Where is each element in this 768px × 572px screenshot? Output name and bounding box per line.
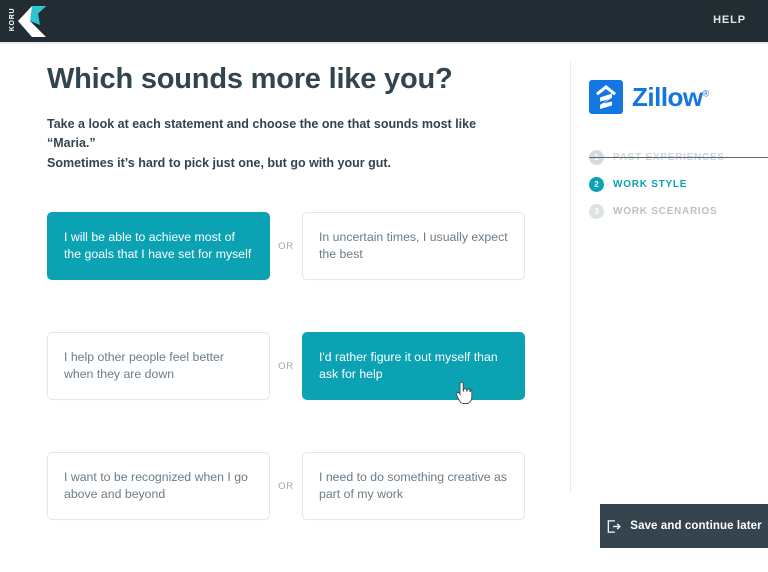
option-card-left[interactable]: I will be able to achieve most of the go… (47, 212, 270, 280)
step-item-work-scenarios[interactable]: 3 WORK SCENARIOS (589, 200, 754, 222)
koru-logo[interactable]: KORU (10, 5, 56, 38)
zillow-z-house-icon (589, 80, 623, 114)
option-card-left[interactable]: I help other people feel better when the… (47, 332, 270, 400)
step-item-past-experiences[interactable]: 1 PAST EXPERIENCES (589, 146, 754, 168)
sidebar-divider (570, 62, 571, 492)
page-subtitle-line2: Sometimes it’s hard to pick just one, bu… (47, 156, 391, 170)
page-title: Which sounds more like you? (47, 62, 537, 97)
zillow-brand: Zillow® (589, 78, 754, 116)
question-row: I want to be recognized when I go above … (47, 452, 525, 520)
or-separator: OR (270, 361, 302, 372)
help-link[interactable]: HELP (713, 14, 746, 26)
or-separator: OR (270, 481, 302, 492)
save-and-continue-later-button[interactable]: Save and continue later (600, 504, 768, 548)
step-number: 2 (589, 177, 604, 192)
top-bar: KORU HELP (0, 0, 768, 42)
step-label: WORK SCENARIOS (613, 206, 717, 217)
question-list: I will be able to achieve most of the go… (47, 212, 525, 572)
zillow-logo-icon (589, 80, 623, 114)
question-row: I will be able to achieve most of the go… (47, 212, 525, 280)
progress-steps: 1 PAST EXPERIENCES 2 WORK STYLE 3 WORK S… (589, 146, 754, 222)
option-card-right[interactable]: I'd rather figure it out myself than ask… (302, 332, 525, 400)
exit-icon (606, 519, 621, 534)
step-number: 3 (589, 204, 604, 219)
zillow-name-text: Zillow (632, 82, 703, 112)
main-header: Which sounds more like you? Take a look … (47, 62, 537, 173)
zillow-registered-mark: ® (703, 88, 709, 98)
page-subtitle: Take a look at each statement and choose… (47, 115, 517, 173)
or-separator: OR (270, 241, 302, 252)
option-card-right[interactable]: I need to do something creative as part … (302, 452, 525, 520)
step-strikethrough (589, 157, 768, 158)
page-subtitle-line1: Take a look at each statement and choose… (47, 117, 476, 150)
koru-k-icon (10, 5, 56, 38)
koru-logo-text: KORU (9, 8, 16, 31)
question-row: I help other people feel better when the… (47, 332, 525, 400)
step-item-work-style[interactable]: 2 WORK STYLE (589, 173, 754, 195)
top-bar-underline (0, 42, 768, 44)
sidebar: Zillow® 1 PAST EXPERIENCES 2 WORK STYLE … (589, 78, 754, 227)
option-card-right[interactable]: In uncertain times, I usually expect the… (302, 212, 525, 280)
zillow-wordmark: Zillow® (632, 82, 709, 113)
step-label: WORK STYLE (613, 179, 687, 190)
option-card-left[interactable]: I want to be recognized when I go above … (47, 452, 270, 520)
save-button-label: Save and continue later (630, 520, 761, 532)
